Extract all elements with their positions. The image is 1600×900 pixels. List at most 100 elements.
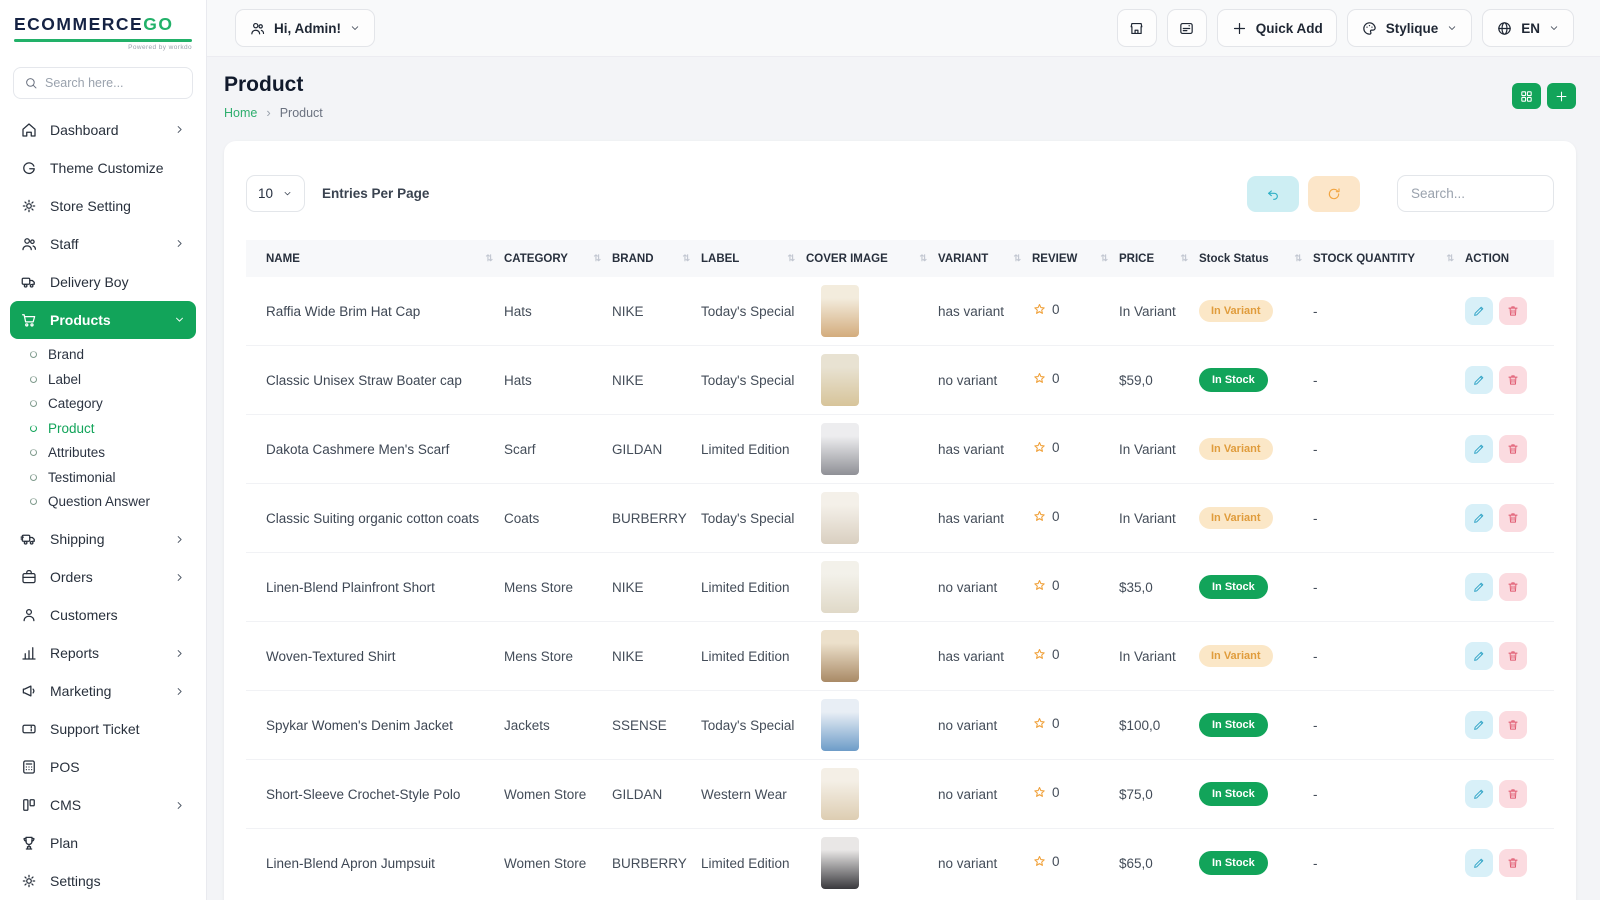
products-table: NAME⇅ CATEGORY⇅ BRAND⇅ LABEL⇅ COVER IMAG…: [246, 240, 1554, 897]
sidebar-item-settings[interactable]: Settings: [10, 862, 196, 900]
undo-button[interactable]: [1247, 176, 1299, 212]
grid-view-button[interactable]: [1512, 83, 1541, 109]
review-count: 0: [1052, 509, 1060, 524]
edit-button[interactable]: [1465, 435, 1493, 463]
stock-quantity: -: [1313, 553, 1465, 622]
delete-button[interactable]: [1499, 642, 1527, 670]
admin-menu-button[interactable]: Hi, Admin!: [235, 9, 375, 47]
trash-icon: [1506, 787, 1520, 801]
sidebar-subitem-brand[interactable]: Brand: [30, 343, 196, 368]
orders-icon: [20, 568, 38, 586]
edit-button[interactable]: [1465, 297, 1493, 325]
sidebar-item-plan[interactable]: Plan: [10, 824, 196, 862]
pencil-icon: [1472, 373, 1486, 387]
pencil-icon: [1472, 304, 1486, 318]
product-variant: no variant: [938, 553, 1032, 622]
sidebar-subitem-testimonial[interactable]: Testimonial: [30, 465, 196, 490]
sidebar-item-products[interactable]: Products: [10, 301, 196, 339]
product-cover-image: [821, 561, 859, 613]
theme-style-button[interactable]: Stylique: [1347, 9, 1473, 47]
column-header-price[interactable]: PRICE⇅: [1119, 240, 1199, 277]
edit-button[interactable]: [1465, 366, 1493, 394]
edit-button[interactable]: [1465, 642, 1493, 670]
ticket-icon: [20, 720, 38, 738]
sort-icon: ⇅: [593, 253, 600, 264]
sidebar-item-reports[interactable]: Reports: [10, 634, 196, 672]
delete-button[interactable]: [1499, 297, 1527, 325]
column-header-review[interactable]: REVIEW⇅: [1032, 240, 1119, 277]
page-header-actions: [1512, 83, 1576, 109]
chevron-right-icon: [173, 647, 186, 660]
sidebar-item-shipping[interactable]: Shipping: [10, 520, 196, 558]
edit-button[interactable]: [1465, 711, 1493, 739]
table-search-input[interactable]: [1397, 175, 1554, 212]
sidebar-item-customers[interactable]: Customers: [10, 596, 196, 634]
review-count: 0: [1052, 578, 1060, 593]
sidebar-subitem-product[interactable]: Product: [30, 416, 196, 441]
sidebar-item-marketing[interactable]: Marketing: [10, 672, 196, 710]
table-row: Dakota Cashmere Men's Scarf Scarf GILDAN…: [246, 415, 1554, 484]
chevron-right-icon: [173, 799, 186, 812]
table-row: Raffia Wide Brim Hat Cap Hats NIKE Today…: [246, 277, 1554, 346]
storefront-button[interactable]: [1117, 9, 1157, 47]
column-header-stock-status[interactable]: Stock Status⇅: [1199, 240, 1313, 277]
table-row: Spykar Women's Denim Jacket Jackets SSEN…: [246, 691, 1554, 760]
edit-button[interactable]: [1465, 780, 1493, 808]
delete-button[interactable]: [1499, 366, 1527, 394]
sidebar-search[interactable]: [13, 67, 193, 99]
marketing-icon: [20, 682, 38, 700]
product-brand: SSENSE: [612, 691, 701, 760]
main-content: Product Home › Product 10 Entries Per Pa…: [207, 57, 1600, 900]
stock-quantity: -: [1313, 277, 1465, 346]
quick-add-button[interactable]: Quick Add: [1217, 9, 1337, 47]
sidebar-item-support-ticket[interactable]: Support Ticket: [10, 710, 196, 748]
column-header-brand[interactable]: BRAND⇅: [612, 240, 701, 277]
column-header-stock-quantity[interactable]: STOCK QUANTITY⇅: [1313, 240, 1465, 277]
sidebar-search-input[interactable]: [45, 76, 182, 90]
product-cover-image: [821, 699, 859, 751]
sidebar-subitem-attributes[interactable]: Attributes: [30, 441, 196, 466]
logo-underline: [14, 39, 192, 42]
sidebar-item-delivery-boy[interactable]: Delivery Boy: [10, 263, 196, 301]
product-variant: no variant: [938, 760, 1032, 829]
sidebar-item-store-setting[interactable]: Store Setting: [10, 187, 196, 225]
column-header-variant[interactable]: VARIANT⇅: [938, 240, 1032, 277]
sidebar-subitem-label[interactable]: Label: [30, 367, 196, 392]
product-brand: BURBERRY: [612, 829, 701, 898]
column-header-cover-image[interactable]: COVER IMAGE⇅: [806, 240, 938, 277]
product-variant: has variant: [938, 622, 1032, 691]
sidebar-subitem-question-answer[interactable]: Question Answer: [30, 490, 196, 515]
sidebar-subitem-category[interactable]: Category: [30, 392, 196, 417]
sidebar-item-staff[interactable]: Staff: [10, 225, 196, 263]
delete-button[interactable]: [1499, 711, 1527, 739]
column-header-category[interactable]: CATEGORY⇅: [504, 240, 612, 277]
column-header-name[interactable]: NAME⇅: [246, 240, 504, 277]
card-button[interactable]: [1167, 9, 1207, 47]
staff-icon: [20, 235, 38, 253]
table-row: Short-Sleeve Crochet-Style Polo Women St…: [246, 760, 1554, 829]
pencil-icon: [1472, 787, 1486, 801]
delete-button[interactable]: [1499, 573, 1527, 601]
delete-button[interactable]: [1499, 849, 1527, 877]
sidebar-item-theme-customize[interactable]: Theme Customize: [10, 149, 196, 187]
sidebar-item-cms[interactable]: CMS: [10, 786, 196, 824]
delete-button[interactable]: [1499, 780, 1527, 808]
edit-button[interactable]: [1465, 573, 1493, 601]
add-product-button[interactable]: [1547, 83, 1576, 109]
edit-button[interactable]: [1465, 504, 1493, 532]
product-name: Raffia Wide Brim Hat Cap: [246, 277, 504, 346]
refresh-button[interactable]: [1308, 176, 1360, 212]
table-header-row: NAME⇅ CATEGORY⇅ BRAND⇅ LABEL⇅ COVER IMAG…: [246, 240, 1554, 277]
delete-button[interactable]: [1499, 504, 1527, 532]
sidebar-item-pos[interactable]: POS: [10, 748, 196, 786]
breadcrumb-home-link[interactable]: Home: [224, 106, 257, 120]
brand-logo[interactable]: ECOMMERCEGO Powered by workdo: [0, 0, 206, 57]
delete-button[interactable]: [1499, 435, 1527, 463]
sidebar-item-orders[interactable]: Orders: [10, 558, 196, 596]
edit-button[interactable]: [1465, 849, 1493, 877]
language-button[interactable]: EN: [1482, 9, 1574, 47]
undo-icon: [1265, 186, 1281, 202]
entries-per-page-select[interactable]: 10: [246, 175, 305, 212]
column-header-label[interactable]: LABEL⇅: [701, 240, 806, 277]
sidebar-item-dashboard[interactable]: Dashboard: [10, 111, 196, 149]
